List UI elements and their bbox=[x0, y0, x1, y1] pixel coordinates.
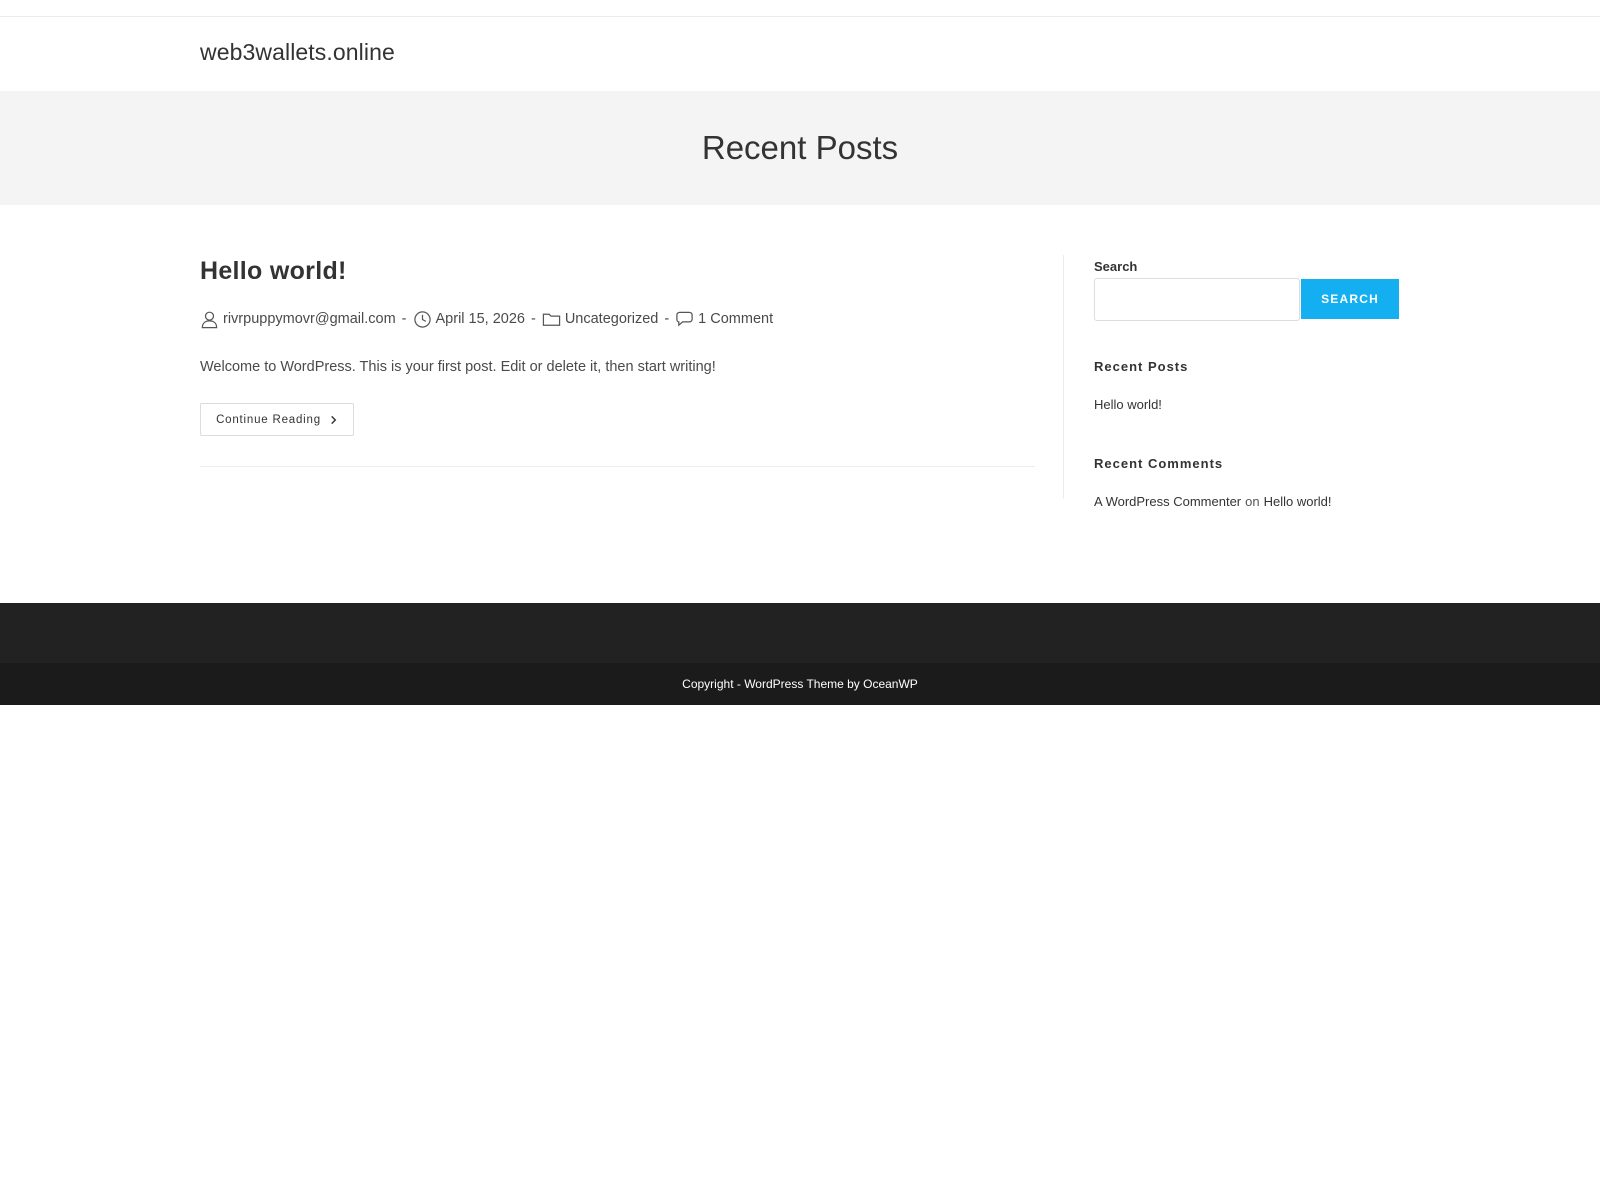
post-title[interactable]: Hello world! bbox=[200, 257, 347, 286]
post-comments-link[interactable]: 1 Comment bbox=[698, 311, 773, 327]
footer-widgets bbox=[0, 603, 1600, 663]
recent-post-link[interactable]: Hello world! bbox=[1094, 397, 1162, 412]
recent-comments-title: Recent Comments bbox=[1094, 456, 1224, 471]
search-button[interactable]: Search bbox=[1301, 279, 1399, 319]
meta-separator: - bbox=[664, 311, 670, 327]
post-category-link[interactable]: Uncategorized bbox=[565, 311, 659, 327]
chevron-right-icon bbox=[331, 415, 337, 424]
continue-reading-button[interactable]: Continue Reading bbox=[200, 403, 354, 436]
comment-post-link[interactable]: Hello world! bbox=[1264, 494, 1332, 509]
recent-posts-title: Recent Posts bbox=[1094, 359, 1189, 374]
meta-separator: - bbox=[401, 311, 407, 327]
post-date: April 15, 2026 bbox=[413, 310, 525, 329]
post-date-text: April 15, 2026 bbox=[435, 311, 525, 327]
page-title: Recent Posts bbox=[701, 129, 899, 166]
post-author: rivrpuppymovr@gmail.com bbox=[200, 310, 396, 329]
post-excerpt: Welcome to WordPress. This is your first… bbox=[200, 359, 716, 375]
folder-icon bbox=[542, 313, 561, 326]
copyright-text: Copyright - WordPress Theme by OceanWP bbox=[682, 677, 918, 691]
post-divider bbox=[200, 466, 1035, 467]
search-input[interactable] bbox=[1094, 278, 1300, 321]
site-title-link[interactable]: web3wallets.online bbox=[200, 39, 395, 66]
post-author-link[interactable]: rivrpuppymovr@gmail.com bbox=[223, 311, 396, 327]
clock-icon bbox=[413, 310, 431, 328]
post-category: Uncategorized bbox=[542, 310, 659, 329]
footer-bottom: Copyright - WordPress Theme by OceanWP bbox=[0, 663, 1600, 705]
meta-separator: - bbox=[530, 311, 536, 327]
page-header: Recent Posts bbox=[0, 91, 1600, 205]
site-header: web3wallets.online bbox=[0, 17, 1600, 91]
continue-reading-label: Continue Reading bbox=[216, 413, 321, 426]
recent-comment-item: A WordPress Commenter on Hello world! bbox=[1094, 494, 1332, 509]
search-label: Search bbox=[1094, 259, 1138, 274]
post-comments: 1 Comment bbox=[675, 310, 773, 329]
post-meta: rivrpuppymovr@gmail.com - April 15, 2026… bbox=[200, 308, 773, 330]
sidebar-divider bbox=[1063, 255, 1064, 499]
comment-on-text: on bbox=[1245, 494, 1260, 509]
user-icon bbox=[201, 311, 218, 328]
comment-icon bbox=[676, 311, 693, 327]
comment-author-link[interactable]: A WordPress Commenter bbox=[1094, 494, 1241, 509]
